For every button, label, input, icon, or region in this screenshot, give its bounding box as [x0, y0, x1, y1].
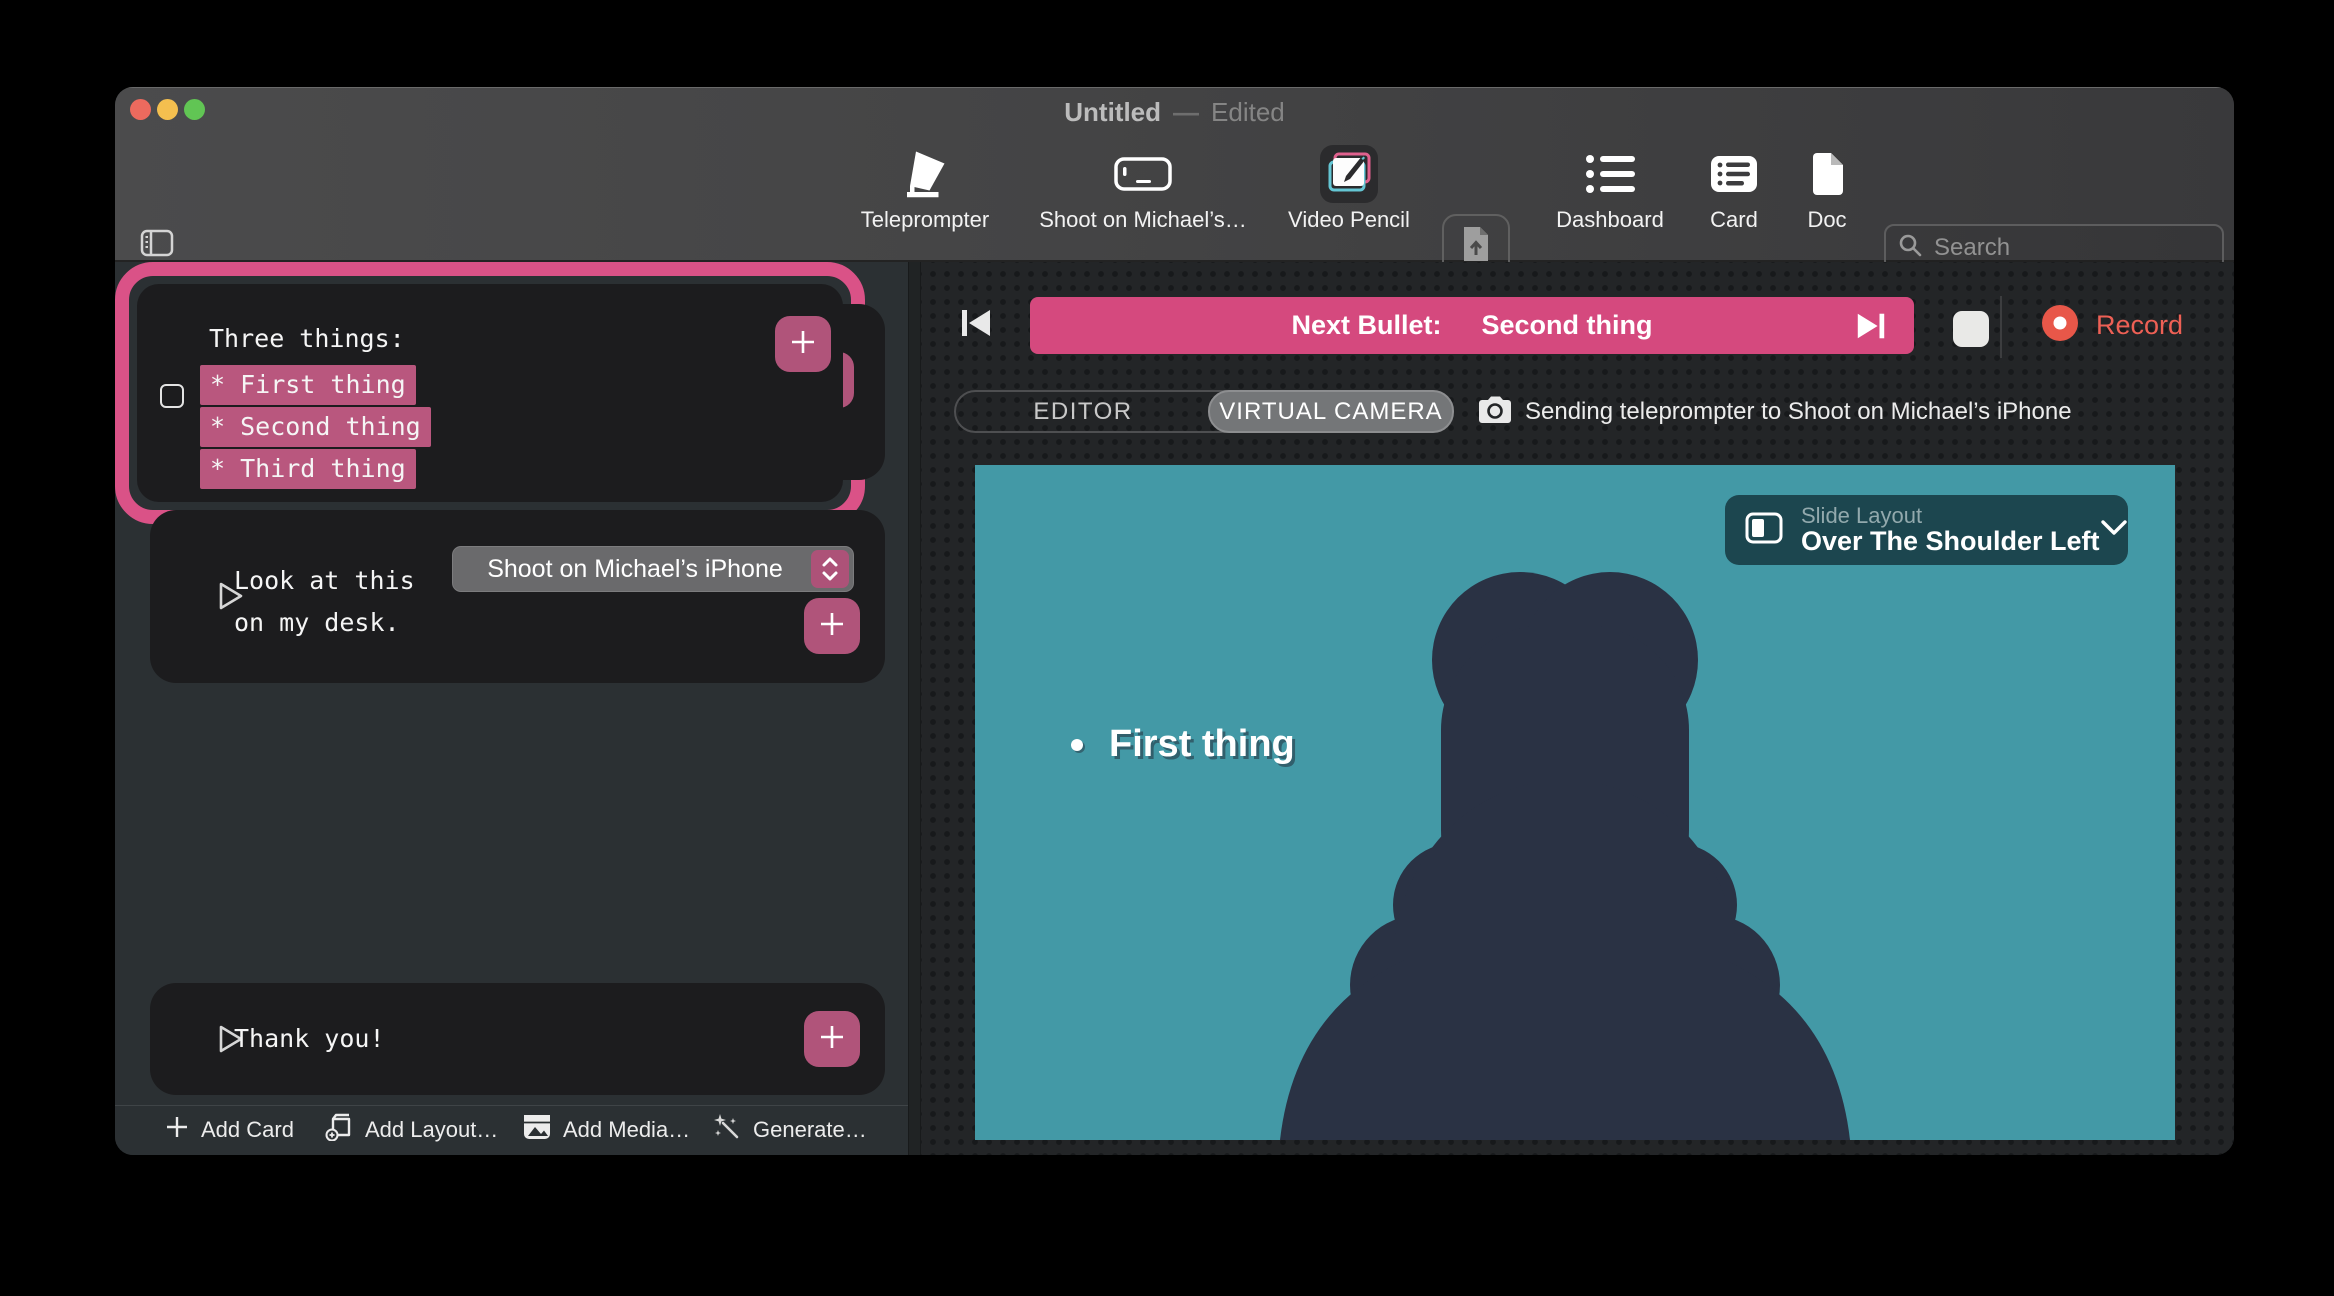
tab-editor[interactable]: EDITOR [956, 392, 1210, 431]
toolbar-item-video-pencil[interactable]: Video Pencil [1269, 143, 1429, 247]
desktop-background: Untitled — Edited [0, 0, 2334, 1296]
record-button[interactable]: Record [2040, 304, 2183, 346]
toolbar-divider [2000, 296, 2002, 358]
toolbar-item-shoot-on-iphone[interactable]: Shoot on Michael’s… [1033, 143, 1253, 247]
window-title: Untitled — Edited [115, 88, 2234, 136]
footer-label: Generate… [753, 1117, 867, 1143]
tab-virtual-camera[interactable]: VIRTUAL CAMERA [1208, 390, 1454, 433]
toolbar-label: Video Pencil [1288, 207, 1410, 233]
add-to-card-button[interactable] [775, 316, 831, 372]
record-label: Record [2096, 310, 2183, 341]
add-layout-button[interactable]: Add Layout… [325, 1106, 498, 1154]
toolbar-item-dashboard[interactable]: Dashboard [1540, 143, 1680, 247]
presenter-silhouette [975, 465, 2175, 1140]
bullet-dot-icon [1071, 739, 1083, 751]
plus-icon [789, 328, 817, 361]
teleprompter-bullet: * Third thing [200, 449, 416, 489]
slide-layout-dropdown[interactable]: Slide Layout Over The Shoulder Left [1725, 495, 2128, 565]
footer-label: Add Card [201, 1117, 294, 1143]
card-three-things-selected[interactable]: Three things: * First thing * Second thi… [115, 262, 865, 524]
plus-icon [818, 610, 846, 643]
card-body: Three things: * First thing * Second thi… [137, 284, 843, 502]
sidebar-footer: Add Card Add Layout… [115, 1105, 908, 1155]
footer-label: Add Media… [563, 1117, 690, 1143]
teleprompter-bullet: * First thing [200, 365, 416, 405]
toolbar-label: Card [1710, 207, 1758, 233]
chevron-updown-icon [811, 550, 849, 588]
view-mode-segmented-control: EDITOR VIRTUAL CAMERA [954, 390, 1452, 433]
card-list-sidebar: # Welcome to my presentation [115, 262, 908, 1155]
generate-button[interactable]: Generate… [713, 1106, 867, 1154]
slide-layout-label: Slide Layout [1801, 504, 2100, 527]
sidebar-toggle-icon [140, 245, 174, 262]
app-window: Untitled — Edited [115, 87, 2234, 1155]
slide-layout-icon [1745, 512, 1783, 549]
camera-select-value: Shoot on Michael’s iPhone [487, 555, 819, 584]
doc-icon [1810, 143, 1844, 205]
teleprompter-bullet: * Second thing [200, 407, 431, 447]
add-card-button[interactable]: Add Card [165, 1106, 294, 1154]
previous-bullet-button[interactable] [951, 302, 1001, 348]
toolbar-label: Teleprompter [861, 207, 989, 233]
video-pencil-icon [1318, 143, 1380, 205]
add-to-card-button[interactable] [804, 1011, 860, 1067]
titlebar: Untitled — Edited [115, 88, 2234, 136]
edited-status: Edited [1211, 97, 1285, 128]
slide-layout-value: Over The Shoulder Left [1801, 527, 2100, 555]
teleprompter-icon [898, 143, 952, 205]
add-media-icon [523, 1114, 551, 1146]
card-text-line: Thank you! [234, 1018, 385, 1060]
toolbar-item-teleprompter[interactable]: Teleprompter [840, 143, 1010, 247]
dashboard-icon [1585, 143, 1635, 205]
toolbar-label: Shoot on Michael’s… [1039, 207, 1247, 233]
slide-bullet-text: First thing [1109, 723, 1295, 766]
content-area: # Welcome to my presentation [115, 262, 2234, 1155]
iphone-landscape-icon [1114, 143, 1172, 205]
card-look-at-this[interactable]: Look at this on my desk. Shoot on Michae… [150, 510, 885, 683]
toolbar-item-doc[interactable]: Doc [1777, 143, 1877, 247]
slide-layout-text: Slide Layout Over The Shoulder Left [1801, 504, 2100, 555]
next-bullet-progress-bar[interactable]: Next Bullet: Second thing [1030, 297, 1914, 354]
bullet-checkbox-icon[interactable] [160, 384, 184, 408]
card-thank-you[interactable]: Thank you! [150, 983, 885, 1095]
camera-select-dropdown[interactable]: Shoot on Michael’s iPhone [452, 546, 854, 592]
add-media-button[interactable]: Add Media… [523, 1106, 690, 1154]
panel-divider[interactable] [908, 262, 921, 1155]
card-text-line: on my desk. [234, 602, 400, 644]
search-icon [1898, 233, 1922, 262]
window-chrome: Untitled — Edited [115, 87, 2234, 262]
search-input[interactable] [1932, 233, 2234, 263]
toolbar-label: Doc [1807, 207, 1846, 233]
skip-back-icon [958, 308, 994, 343]
title-separator: — [1173, 97, 1199, 128]
card-icon [1710, 143, 1758, 205]
teleprompter-panel: Next Bullet: Second thing [921, 262, 2234, 1155]
skip-forward-icon[interactable] [1854, 311, 1888, 341]
sidebar-toggle-button[interactable] [140, 228, 174, 262]
add-layout-icon [325, 1113, 353, 1147]
card-text-line: Look at this [234, 560, 415, 602]
card-text-line: Three things: [209, 318, 405, 360]
stop-button[interactable] [1953, 311, 1989, 347]
chevron-down-icon [2100, 519, 2128, 542]
document-title: Untitled [1064, 97, 1161, 128]
record-icon [2040, 303, 2080, 348]
virtual-camera-preview: First thing Slide Layout Over The Should… [975, 465, 2175, 1140]
footer-label: Add Layout… [365, 1117, 498, 1143]
sending-status-text: Sending teleprompter to Shoot on Michael… [1525, 398, 2072, 426]
plus-icon [818, 1023, 846, 1056]
next-bullet-label: Next Bullet: [1291, 310, 1441, 341]
add-to-card-button[interactable] [804, 598, 860, 654]
camera-icon [1477, 395, 1513, 430]
slide-bullet-item: First thing [1071, 723, 1295, 766]
plus-icon [165, 1115, 189, 1145]
toolbar-label: Dashboard [1556, 207, 1664, 233]
sparkles-wand-icon [713, 1113, 741, 1147]
toolbar-item-card[interactable]: Card [1684, 143, 1784, 247]
next-bullet-value: Second thing [1482, 310, 1653, 341]
